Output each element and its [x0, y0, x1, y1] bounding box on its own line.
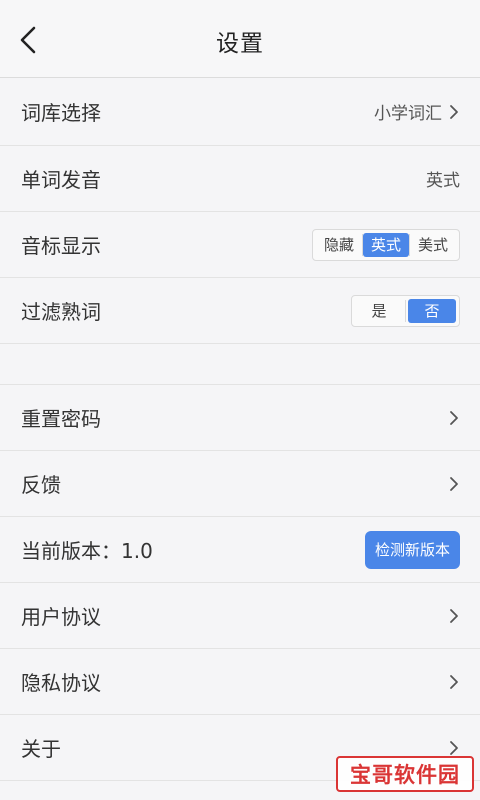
filter-option-yes[interactable]: 是	[355, 299, 403, 323]
word-bank-value: 小学词汇	[374, 104, 442, 124]
pronunciation-value: 英式	[426, 171, 460, 191]
filter-segmented-control: 是 否	[351, 294, 460, 327]
reset-password-row[interactable]: 重置密码	[0, 385, 480, 451]
feedback-row[interactable]: 反馈	[0, 451, 480, 517]
pronunciation-label: 单词发音	[21, 168, 101, 192]
phonetic-option-american[interactable]: 美式	[410, 233, 456, 257]
user-agreement-row[interactable]: 用户协议	[0, 583, 480, 649]
version-label: 当前版本：1.0	[21, 539, 153, 563]
word-bank-row[interactable]: 词库选择 小学词汇	[0, 78, 480, 146]
filter-row: 过滤熟词 是 否	[0, 278, 480, 344]
version-row: 当前版本：1.0 检测新版本	[0, 517, 480, 583]
chevron-right-icon	[448, 103, 460, 121]
phonetic-option-hide[interactable]: 隐藏	[316, 233, 362, 257]
page-title: 设置	[216, 31, 264, 57]
chevron-right-icon	[448, 475, 460, 493]
privacy-row[interactable]: 隐私协议	[0, 649, 480, 715]
user-agreement-label: 用户协议	[21, 605, 101, 629]
segment-divider	[405, 299, 406, 322]
word-bank-label: 词库选择	[21, 101, 101, 125]
pronunciation-row[interactable]: 单词发音 英式	[0, 146, 480, 212]
filter-option-no[interactable]: 否	[408, 298, 456, 323]
phonetic-label: 音标显示	[21, 234, 101, 258]
chevron-right-icon	[448, 739, 460, 757]
watermark-logo: 宝哥软件园	[336, 756, 474, 792]
phonetic-row: 音标显示 隐藏 英式 美式	[0, 212, 480, 278]
check-update-button[interactable]: 检测新版本	[364, 530, 460, 569]
section-gap	[0, 344, 480, 385]
privacy-label: 隐私协议	[21, 671, 101, 695]
chevron-right-icon	[448, 409, 460, 427]
filter-label: 过滤熟词	[21, 300, 101, 324]
phonetic-segmented-control: 隐藏 英式 美式	[312, 228, 460, 261]
app-header: 设置	[0, 0, 480, 78]
about-label: 关于	[21, 737, 61, 761]
chevron-right-icon	[448, 607, 460, 625]
phonetic-option-british[interactable]: 英式	[363, 232, 409, 257]
feedback-label: 反馈	[21, 473, 61, 497]
chevron-right-icon	[448, 673, 460, 691]
reset-password-label: 重置密码	[21, 407, 101, 431]
